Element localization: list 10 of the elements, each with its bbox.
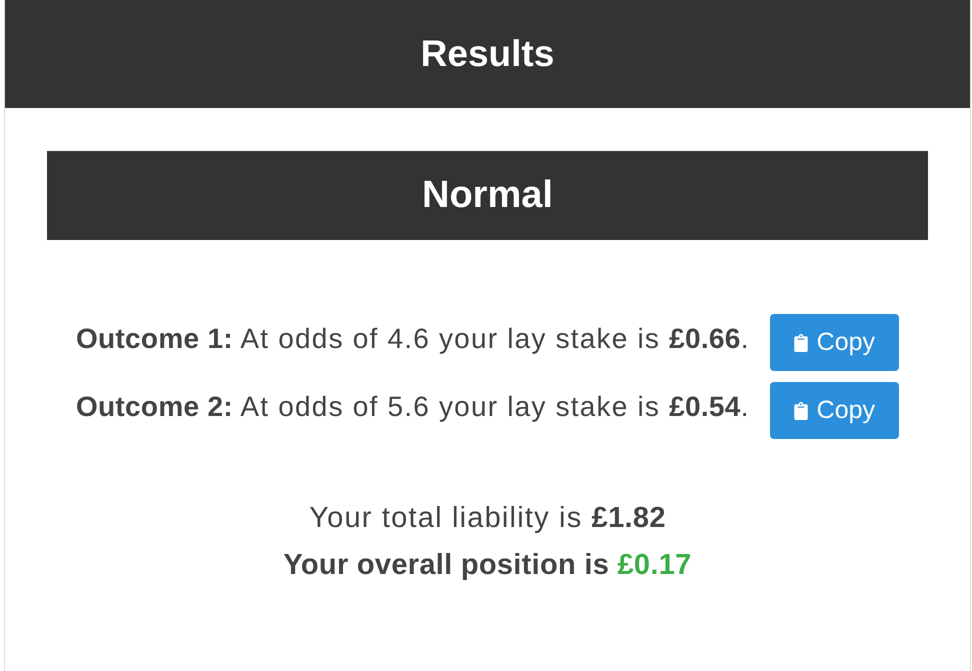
section-title: Normal <box>422 174 553 217</box>
clipboard-icon <box>794 334 808 352</box>
results-title: Results <box>420 33 554 75</box>
copy-button[interactable]: Copy <box>770 382 900 439</box>
clipboard-icon <box>794 402 808 420</box>
copy-button[interactable]: Copy <box>770 314 900 371</box>
outcome-text: Outcome 2: At odds of 5.6 your lay stake is £0.54. <box>76 390 750 422</box>
total-liability-text: Your total liability is £1.82 <box>309 501 666 536</box>
outcome-text: Outcome 1: At odds of 4.6 your lay stake is £0.66. <box>76 322 750 354</box>
overall-position-text: Your overall position is £0.17 <box>283 548 692 583</box>
